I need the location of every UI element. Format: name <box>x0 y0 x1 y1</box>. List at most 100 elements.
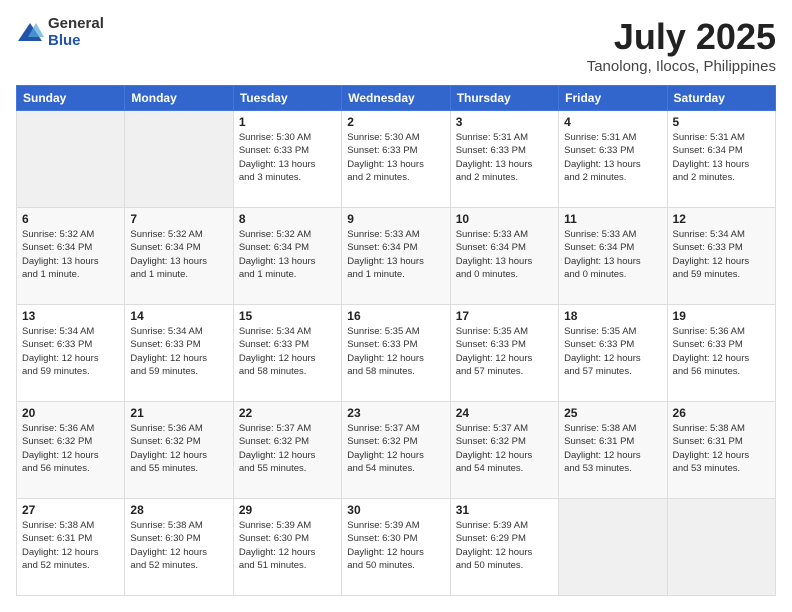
calendar-week-4: 20 Sunrise: 5:36 AM Sunset: 6:32 PM Dayli… <box>17 402 776 499</box>
calendar-body: 1 Sunrise: 5:30 AM Sunset: 6:33 PM Daylig… <box>17 111 776 596</box>
col-friday: Friday <box>559 86 667 111</box>
header-row: Sunday Monday Tuesday Wednesday Thursday… <box>17 86 776 111</box>
day-number: 29 <box>239 503 336 517</box>
logo-icon <box>16 19 44 47</box>
day-number: 16 <box>347 309 444 323</box>
calendar-cell: 10 Sunrise: 5:33 AM Sunset: 6:34 PM Dayli… <box>450 208 558 305</box>
day-info: Sunrise: 5:32 AM Sunset: 6:34 PM Dayligh… <box>130 228 227 281</box>
calendar-cell: 17 Sunrise: 5:35 AM Sunset: 6:33 PM Dayli… <box>450 305 558 402</box>
day-number: 17 <box>456 309 553 323</box>
day-info: Sunrise: 5:35 AM Sunset: 6:33 PM Dayligh… <box>347 325 444 378</box>
day-number: 19 <box>673 309 770 323</box>
day-number: 2 <box>347 115 444 129</box>
calendar-cell: 30Sunrise: 5:39 AM Sunset: 6:30 PM Dayli… <box>342 499 450 596</box>
day-number: 3 <box>456 115 553 129</box>
day-info: Sunrise: 5:32 AM Sunset: 6:34 PM Dayligh… <box>239 228 336 281</box>
calendar-cell: 21 Sunrise: 5:36 AM Sunset: 6:32 PM Dayli… <box>125 402 233 499</box>
day-number: 8 <box>239 212 336 226</box>
col-tuesday: Tuesday <box>233 86 341 111</box>
day-number: 18 <box>564 309 661 323</box>
calendar-cell: 12Sunrise: 5:34 AM Sunset: 6:33 PM Dayli… <box>667 208 775 305</box>
day-info: Sunrise: 5:38 AM Sunset: 6:30 PM Dayligh… <box>130 519 227 572</box>
day-number: 13 <box>22 309 119 323</box>
day-number: 7 <box>130 212 227 226</box>
day-number: 10 <box>456 212 553 226</box>
day-info: Sunrise: 5:30 AM Sunset: 6:33 PM Dayligh… <box>239 131 336 184</box>
day-info: Sunrise: 5:32 AM Sunset: 6:34 PM Dayligh… <box>22 228 119 281</box>
day-info: Sunrise: 5:34 AM Sunset: 6:33 PM Dayligh… <box>673 228 770 281</box>
day-info: Sunrise: 5:35 AM Sunset: 6:33 PM Dayligh… <box>456 325 553 378</box>
day-info: Sunrise: 5:36 AM Sunset: 6:32 PM Dayligh… <box>22 422 119 475</box>
calendar-header: Sunday Monday Tuesday Wednesday Thursday… <box>17 86 776 111</box>
day-info: Sunrise: 5:38 AM Sunset: 6:31 PM Dayligh… <box>22 519 119 572</box>
calendar-cell: 4 Sunrise: 5:31 AM Sunset: 6:33 PM Daylig… <box>559 111 667 208</box>
calendar-cell: 15Sunrise: 5:34 AM Sunset: 6:33 PM Dayli… <box>233 305 341 402</box>
day-info: Sunrise: 5:38 AM Sunset: 6:31 PM Dayligh… <box>564 422 661 475</box>
logo-text: General Blue <box>48 16 104 49</box>
day-info: Sunrise: 5:31 AM Sunset: 6:33 PM Dayligh… <box>564 131 661 184</box>
day-info: Sunrise: 5:33 AM Sunset: 6:34 PM Dayligh… <box>347 228 444 281</box>
day-number: 24 <box>456 406 553 420</box>
day-info: Sunrise: 5:39 AM Sunset: 6:30 PM Dayligh… <box>347 519 444 572</box>
day-number: 14 <box>130 309 227 323</box>
col-monday: Monday <box>125 86 233 111</box>
day-number: 4 <box>564 115 661 129</box>
day-number: 11 <box>564 212 661 226</box>
page: General Blue July 2025 Tanolong, Ilocos,… <box>0 0 792 612</box>
day-number: 21 <box>130 406 227 420</box>
day-info: Sunrise: 5:30 AM Sunset: 6:33 PM Dayligh… <box>347 131 444 184</box>
title-block: July 2025 Tanolong, Ilocos, Philippines <box>587 16 776 75</box>
day-number: 20 <box>22 406 119 420</box>
day-number: 9 <box>347 212 444 226</box>
calendar-cell: 28 Sunrise: 5:38 AM Sunset: 6:30 PM Dayli… <box>125 499 233 596</box>
calendar-cell <box>667 499 775 596</box>
day-info: Sunrise: 5:34 AM Sunset: 6:33 PM Dayligh… <box>22 325 119 378</box>
logo: General Blue <box>16 16 104 49</box>
calendar-cell: 22 Sunrise: 5:37 AM Sunset: 6:32 PM Dayli… <box>233 402 341 499</box>
day-info: Sunrise: 5:31 AM Sunset: 6:34 PM Dayligh… <box>673 131 770 184</box>
day-number: 28 <box>130 503 227 517</box>
day-info: Sunrise: 5:33 AM Sunset: 6:34 PM Dayligh… <box>456 228 553 281</box>
calendar-week-2: 6 Sunrise: 5:32 AM Sunset: 6:34 PM Daylig… <box>17 208 776 305</box>
day-number: 26 <box>673 406 770 420</box>
calendar-cell: 5 Sunrise: 5:31 AM Sunset: 6:34 PM Daylig… <box>667 111 775 208</box>
day-info: Sunrise: 5:35 AM Sunset: 6:33 PM Dayligh… <box>564 325 661 378</box>
calendar-week-5: 27 Sunrise: 5:38 AM Sunset: 6:31 PM Dayli… <box>17 499 776 596</box>
day-info: Sunrise: 5:39 AM Sunset: 6:29 PM Dayligh… <box>456 519 553 572</box>
calendar-cell <box>125 111 233 208</box>
day-info: Sunrise: 5:37 AM Sunset: 6:32 PM Dayligh… <box>239 422 336 475</box>
calendar-week-1: 1 Sunrise: 5:30 AM Sunset: 6:33 PM Daylig… <box>17 111 776 208</box>
calendar-cell: 1 Sunrise: 5:30 AM Sunset: 6:33 PM Daylig… <box>233 111 341 208</box>
day-info: Sunrise: 5:38 AM Sunset: 6:31 PM Dayligh… <box>673 422 770 475</box>
calendar-cell: 25Sunrise: 5:38 AM Sunset: 6:31 PM Dayli… <box>559 402 667 499</box>
calendar-cell: 24 Sunrise: 5:37 AM Sunset: 6:32 PM Dayli… <box>450 402 558 499</box>
header: General Blue July 2025 Tanolong, Ilocos,… <box>16 16 776 75</box>
day-number: 31 <box>456 503 553 517</box>
day-number: 1 <box>239 115 336 129</box>
day-number: 6 <box>22 212 119 226</box>
calendar-week-3: 13 Sunrise: 5:34 AM Sunset: 6:33 PM Dayli… <box>17 305 776 402</box>
day-number: 23 <box>347 406 444 420</box>
day-number: 22 <box>239 406 336 420</box>
day-info: Sunrise: 5:39 AM Sunset: 6:30 PM Dayligh… <box>239 519 336 572</box>
calendar-cell: 8 Sunrise: 5:32 AM Sunset: 6:34 PM Daylig… <box>233 208 341 305</box>
day-info: Sunrise: 5:37 AM Sunset: 6:32 PM Dayligh… <box>456 422 553 475</box>
day-info: Sunrise: 5:37 AM Sunset: 6:32 PM Dayligh… <box>347 422 444 475</box>
calendar-cell: 19 Sunrise: 5:36 AM Sunset: 6:33 PM Dayli… <box>667 305 775 402</box>
day-info: Sunrise: 5:36 AM Sunset: 6:32 PM Dayligh… <box>130 422 227 475</box>
logo-blue: Blue <box>48 33 104 50</box>
calendar-cell: 2 Sunrise: 5:30 AM Sunset: 6:33 PM Daylig… <box>342 111 450 208</box>
calendar-cell: 6 Sunrise: 5:32 AM Sunset: 6:34 PM Daylig… <box>17 208 125 305</box>
col-saturday: Saturday <box>667 86 775 111</box>
day-info: Sunrise: 5:36 AM Sunset: 6:33 PM Dayligh… <box>673 325 770 378</box>
day-number: 5 <box>673 115 770 129</box>
calendar-cell: 26 Sunrise: 5:38 AM Sunset: 6:31 PM Dayli… <box>667 402 775 499</box>
calendar-cell: 27 Sunrise: 5:38 AM Sunset: 6:31 PM Dayli… <box>17 499 125 596</box>
day-info: Sunrise: 5:33 AM Sunset: 6:34 PM Dayligh… <box>564 228 661 281</box>
calendar-cell: 13 Sunrise: 5:34 AM Sunset: 6:33 PM Dayli… <box>17 305 125 402</box>
calendar-cell: 29 Sunrise: 5:39 AM Sunset: 6:30 PM Dayli… <box>233 499 341 596</box>
calendar-table: Sunday Monday Tuesday Wednesday Thursday… <box>16 85 776 596</box>
col-sunday: Sunday <box>17 86 125 111</box>
day-number: 27 <box>22 503 119 517</box>
subtitle: Tanolong, Ilocos, Philippines <box>587 58 776 75</box>
